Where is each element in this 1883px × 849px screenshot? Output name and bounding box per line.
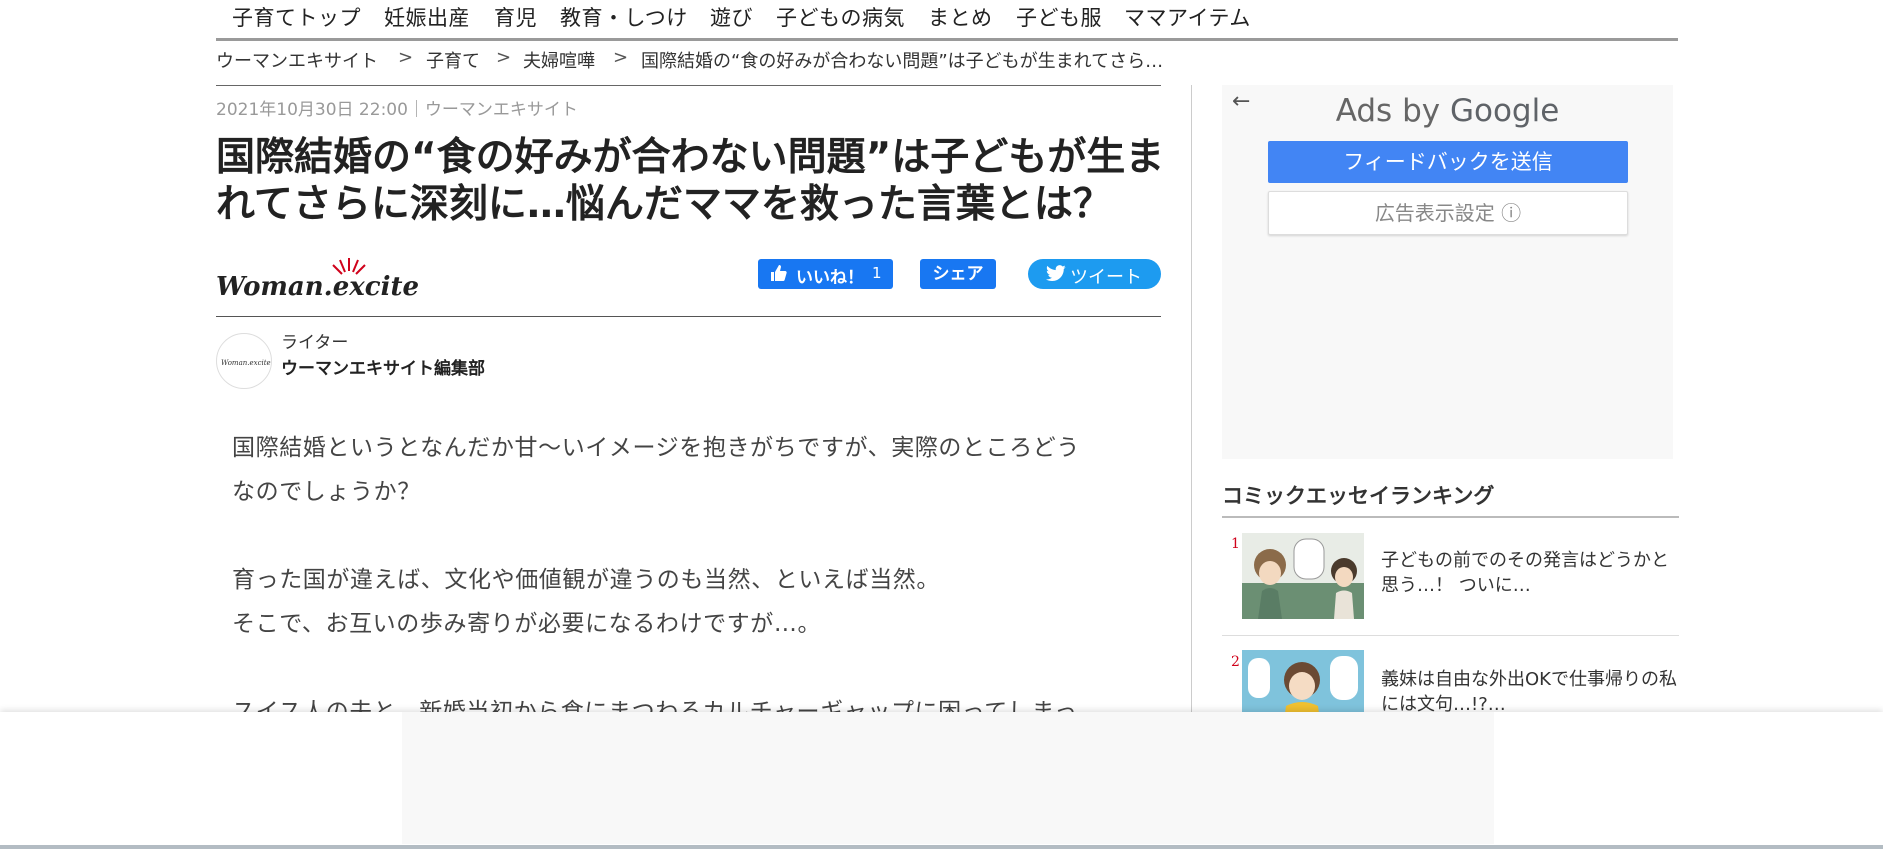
top-nav: 子育てトップ 妊娠出産 育児 教育・しつけ 遊び 子どもの病気 まとめ 子ども服… [216,0,1678,41]
rank-number: 1 [1231,536,1240,552]
writer-name[interactable]: ウーマンエキサイト編集部 [281,354,485,379]
ranking-divider [1222,516,1679,518]
logo-graphic: Woman.excite [216,258,419,302]
writer-avatar: Woman.excite [216,333,272,389]
writer-label: ライター [281,333,349,353]
ranking-separator [1222,635,1679,636]
tweet-button[interactable]: ツイート [1028,259,1161,289]
breadcrumb-separator: > [398,47,414,68]
ranking-item-title[interactable]: 子どもの前でのその発言はどうかと思う…！ ついに… [1381,548,1681,598]
send-feedback-button[interactable]: フィードバックを送信 [1268,141,1628,183]
rank-number: 2 [1231,654,1240,670]
article-paragraph: 育った国が違えば、文化や価値観が違うのも当然、といえば当然。 [232,567,940,593]
ads-by-google-title: Ads by Google [1222,93,1673,129]
bottom-ad-slot[interactable] [402,712,1494,844]
tweet-label: ツイート [1070,267,1142,288]
breadcrumb-separator: > [496,47,512,68]
nav-item-mama-items[interactable]: ママアイテム [1124,2,1251,32]
column-divider [1191,85,1192,715]
ranking-heading: コミックエッセイランキング [1222,484,1495,508]
nav-item-kids-clothes[interactable]: 子ども服 [1016,2,1102,32]
breadcrumb-item-current: 国際結婚の“食の好みが合わない問題”は子どもが生まれてさら… [641,51,1164,72]
svg-text:Woman.excite: Woman.excite [221,359,271,367]
article-top-divider [216,85,1161,86]
nav-item-pregnancy[interactable]: 妊娠出産 [384,2,470,32]
google-ad-panel: ← Ads by Google フィードバックを送信 広告表示設定 ⓘ [1222,85,1673,459]
twitter-bird-icon [1046,265,1066,287]
nav-item-childcare[interactable]: 育児 [494,2,537,32]
ads-by-label: Ads by [1335,93,1441,129]
facebook-share-button[interactable]: シェア [920,259,996,289]
nav-item-summary[interactable]: まとめ [928,2,993,32]
writer-divider [216,316,1161,317]
facebook-like-button[interactable]: いいね！ 1 [758,259,893,289]
nav-item-top[interactable]: 子育てトップ [232,2,361,32]
logo-text: Woman.excite [216,272,419,302]
thumbs-up-icon [770,264,788,287]
article-meta: 2021年10月30日 22:00｜ウーマンエキサイト [216,100,578,120]
nav-item-illness[interactable]: 子どもの病気 [776,2,905,32]
like-count: 1 [872,264,882,282]
woman-excite-logo[interactable]: Woman.excite [216,255,431,303]
breadcrumb-separator: > [613,47,629,68]
ranking-thumbnail[interactable] [1242,533,1364,619]
like-label: いいね！ [796,268,864,288]
article-paragraph: そこで、お互いの歩み寄りが必要になるわけですが…。 [232,611,822,637]
article-paragraph: なのでしょうか？ [232,479,421,505]
breadcrumb-item-home[interactable]: ウーマンエキサイト [216,47,378,73]
ranking-item-title[interactable]: 義妹は自由な外出OKで仕事帰りの私には文句…!?… [1381,667,1681,717]
bottom-scroll-bar [0,845,1883,849]
ad-settings-button[interactable]: 広告表示設定 ⓘ [1268,191,1628,235]
nav-item-play[interactable]: 遊び [710,2,753,32]
nav-item-education[interactable]: 教育・しつけ [560,2,688,32]
google-label: Google [1449,93,1560,129]
breadcrumb-item-childcare[interactable]: 子育て [426,47,480,73]
bottom-sticky-ad [0,712,1883,849]
article-title: 国際結婚の“食の好みが合わない問題”は子どもが生まれてさらに深刻に…悩んだママを… [216,135,1165,227]
article-paragraph: 国際結婚というとなんだか甘〜いイメージを抱きがちですが、実際のところどう [232,435,1080,461]
breadcrumb-item-couple-fight[interactable]: 夫婦喧嘩 [523,47,595,73]
